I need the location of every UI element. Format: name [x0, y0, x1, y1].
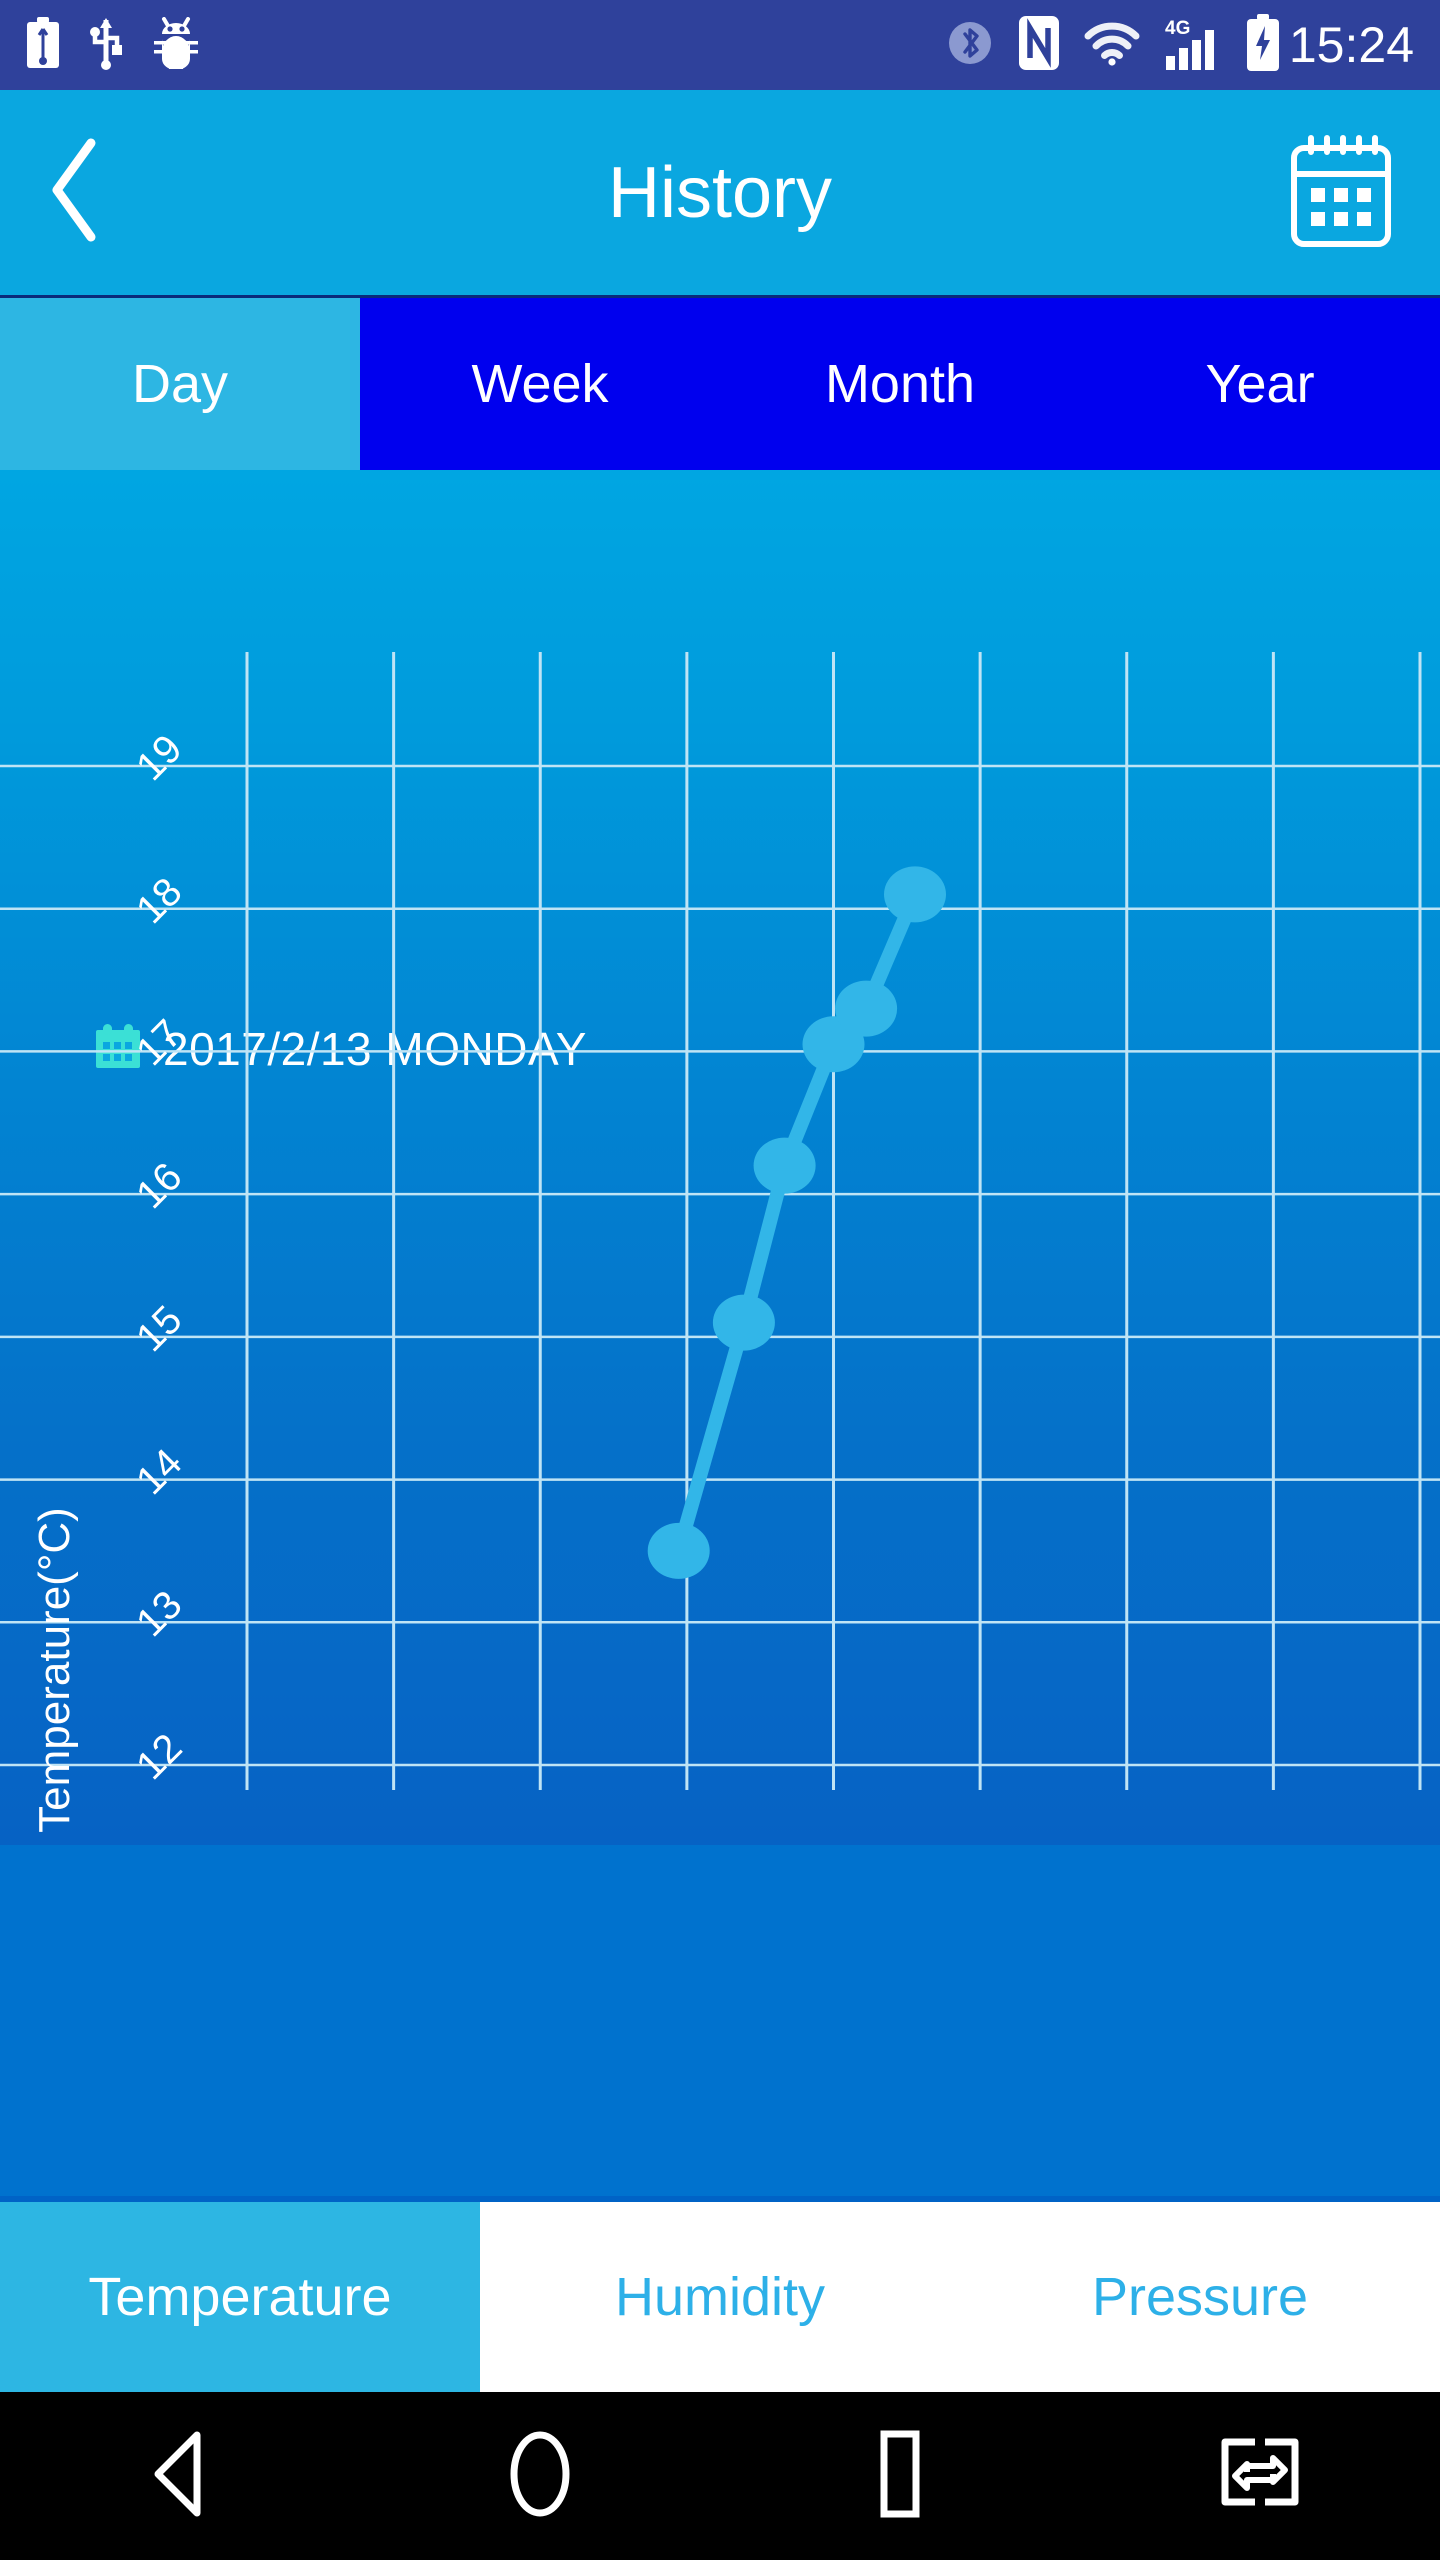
nav-home-button[interactable] — [360, 2429, 720, 2524]
measure-tab-humidity[interactable]: Humidity — [480, 2202, 960, 2392]
status-bar-right-icons: 4G — [945, 13, 1281, 77]
nav-switch-app-button[interactable] — [1080, 2434, 1440, 2519]
period-tab-label: Week — [471, 354, 609, 414]
period-tab-day[interactable]: Day — [0, 298, 360, 470]
chart-horizontal-gridlines — [0, 764, 1440, 1767]
chart-panel: 2017/2/13 MONDAY Temperature(°C) Time 12… — [0, 470, 1440, 1845]
battery-usb-icon — [26, 16, 60, 74]
chart-canvas — [0, 652, 1440, 1790]
wifi-icon — [1083, 20, 1141, 71]
calendar-icon — [1287, 130, 1395, 255]
android-nav-bar — [0, 2392, 1440, 2560]
measure-tab-pressure[interactable]: Pressure — [960, 2202, 1440, 2392]
nav-recents-button[interactable] — [720, 2429, 1080, 2524]
app-header: History — [0, 90, 1440, 295]
period-tab-label: Day — [131, 354, 229, 414]
measure-tabs: Temperature Humidity Pressure — [0, 2196, 1440, 2392]
period-tab-month[interactable]: Month — [720, 298, 1080, 470]
chart-data-point — [884, 866, 946, 923]
period-tabs: Day Week Month Year — [0, 295, 1440, 470]
nfc-icon — [1017, 14, 1061, 77]
back-button[interactable] — [0, 90, 150, 295]
status-bar-clock: 15:24 — [1288, 17, 1414, 73]
measure-tab-label: Humidity — [614, 2267, 826, 2327]
usb-icon — [90, 16, 122, 75]
period-tab-year[interactable]: Year — [1080, 298, 1440, 470]
period-tab-week[interactable]: Week — [360, 298, 720, 470]
chart-data-point — [712, 1294, 775, 1351]
bluetooth-icon — [945, 18, 995, 73]
nav-recents-icon — [857, 2429, 943, 2524]
chart-data-point — [753, 1137, 816, 1194]
svg-text:4G: 4G — [1165, 18, 1190, 39]
chevron-left-icon — [39, 135, 111, 250]
page-title: History — [607, 152, 832, 233]
nav-switch-app-icon — [1215, 2434, 1305, 2519]
mobile-signal-4g-icon: 4G — [1163, 14, 1223, 77]
chart-series-markers — [647, 866, 946, 1579]
nav-back-icon — [140, 2429, 220, 2524]
chart-data-point — [835, 980, 898, 1037]
nav-home-icon — [497, 2429, 583, 2524]
temperature-line-chart[interactable]: Temperature(°C) Time 1213141516171819 00… — [0, 470, 1440, 1845]
period-tab-label: Year — [1205, 354, 1315, 414]
period-tab-label: Month — [824, 354, 976, 414]
chart-vertical-gridlines — [245, 652, 1422, 1790]
measure-tab-label: Temperature — [88, 2267, 392, 2327]
y-axis-title: Temperature(°C) — [30, 1507, 79, 1833]
status-bar: 4G 15:24 — [0, 0, 1440, 90]
nav-back-button[interactable] — [0, 2429, 360, 2524]
chart-data-point — [647, 1522, 710, 1579]
bug-debug-icon — [152, 16, 200, 74]
status-bar-left-icons — [26, 16, 200, 75]
measure-tab-label: Pressure — [1091, 2267, 1309, 2327]
calendar-button[interactable] — [1287, 130, 1395, 255]
battery-charging-icon — [1245, 13, 1281, 77]
measure-tab-temperature[interactable]: Temperature — [0, 2202, 480, 2392]
